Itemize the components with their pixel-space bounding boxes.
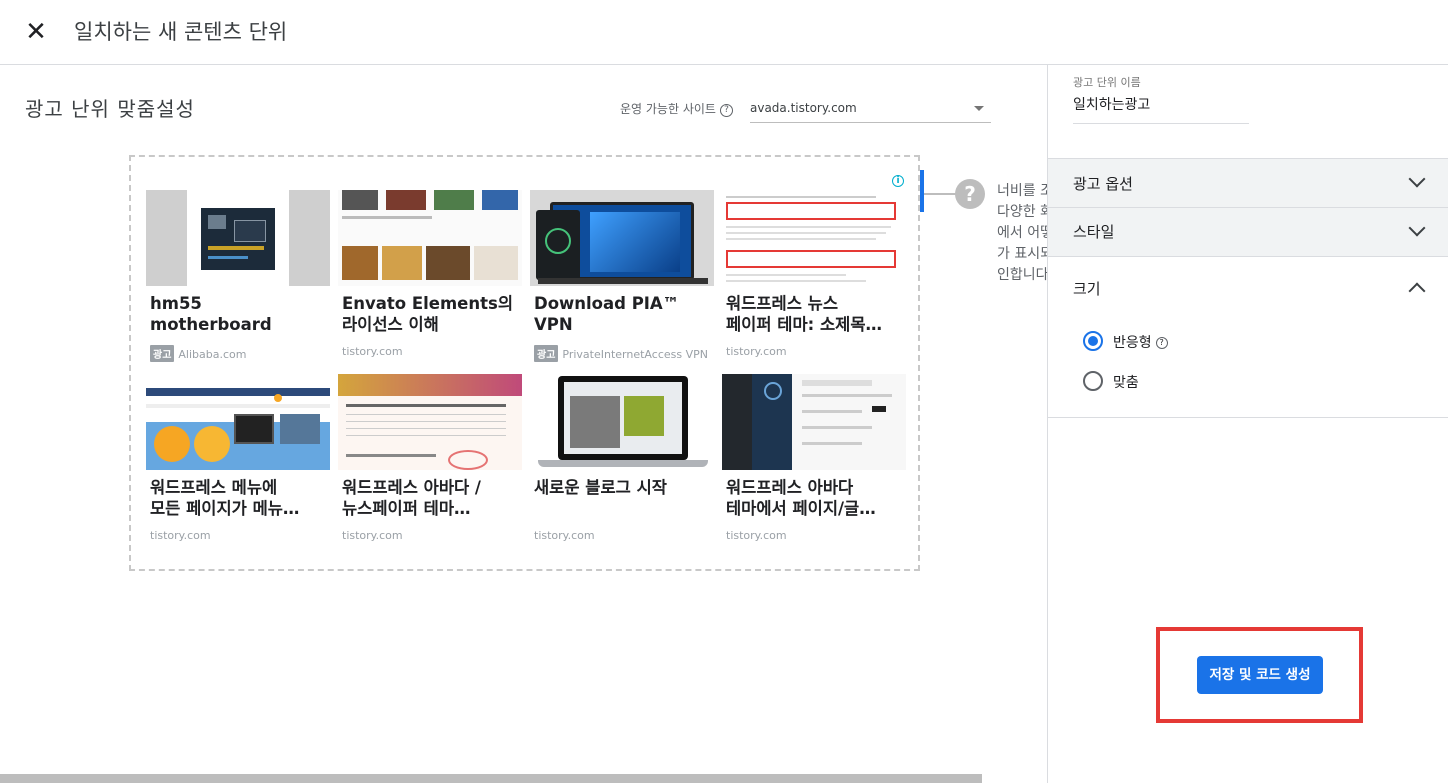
- ad-card[interactable]: 워드프레스 아바다 테마에서 페이지/글… tistory.com: [722, 374, 906, 549]
- accordion-label[interactable]: 크기: [1073, 278, 1101, 299]
- radio-button[interactable]: [1083, 371, 1103, 391]
- card-source: tistory.com: [534, 529, 595, 542]
- radio-label: 맞춤: [1113, 375, 1139, 391]
- card-thumbnail: [338, 374, 522, 470]
- accordion-style[interactable]: 스타일: [1048, 207, 1448, 256]
- radio-label: 반응형?: [1113, 332, 1168, 352]
- chevron-down-icon: [1408, 170, 1426, 188]
- ad-badge: 광고: [534, 345, 559, 362]
- help-text-line: 에서 어떻: [997, 225, 1047, 241]
- dropdown-arrow-icon: [974, 106, 984, 111]
- card-title: 워드프레스 아바다 / 뉴스페이퍼 테마…: [342, 478, 481, 518]
- card-source-text: tistory.com: [342, 529, 403, 542]
- card-source-text: Alibaba.com: [178, 348, 247, 361]
- help-icon[interactable]: ?: [719, 104, 733, 117]
- card-title: Download PIA™ VPN: [534, 294, 680, 334]
- page-title: 일치하는 새 콘텐츠 단위: [74, 20, 288, 44]
- accordion-label: 스타일: [1073, 223, 1115, 241]
- help-text: 너비를 조 다양한 화 에서 어떻 가 표시되 인합니다: [997, 181, 1047, 286]
- card-source: tistory.com: [342, 345, 403, 358]
- ad-card[interactable]: 새로운 블로그 시작 tistory.com: [530, 374, 714, 549]
- ad-card[interactable]: hm55 motherboard 광고 Alibaba.com: [146, 190, 330, 365]
- card-source: 광고 PrivateInternetAccess VPN: [534, 345, 708, 362]
- help-icon[interactable]: ?: [1155, 337, 1168, 349]
- card-source-text: tistory.com: [726, 529, 787, 542]
- site-label-text: 운영 가능한 사이트: [620, 102, 716, 116]
- help-text-line: 너비를 조: [997, 183, 1047, 199]
- card-thumbnail: [146, 374, 330, 470]
- adchoices-icon[interactable]: i: [892, 175, 904, 187]
- help-text-line: 가 표시되: [997, 246, 1047, 262]
- close-icon[interactable]: ✕: [22, 18, 50, 46]
- ad-card[interactable]: Envato Elements의 라이선스 이해 tistory.com: [338, 190, 522, 365]
- accordion-size: 크기 반응형? 맞춤: [1048, 256, 1448, 418]
- help-icon[interactable]: ?: [955, 179, 985, 209]
- ad-card[interactable]: 워드프레스 아바다 / 뉴스페이퍼 테마… tistory.com: [338, 374, 522, 549]
- ad-badge: 광고: [150, 345, 175, 362]
- card-source-text: tistory.com: [150, 529, 211, 542]
- card-title: Envato Elements의 라이선스 이해: [342, 294, 514, 334]
- card-title: hm55 motherboard: [150, 294, 272, 334]
- card-source: tistory.com: [726, 529, 787, 542]
- ad-unit-name-label: 광고 단위 이름: [1073, 76, 1141, 89]
- site-select-value: avada.tistory.com: [750, 101, 857, 115]
- accordion-label: 광고 옵션: [1073, 175, 1133, 193]
- card-thumbnail: [146, 190, 330, 286]
- section-title: 광고 난위 맞줌설성: [25, 97, 195, 121]
- preview-area: 광고 난위 맞줌설성 운영 가능한 사이트? avada.tistory.com…: [0, 65, 1047, 783]
- ad-card[interactable]: Download PIA™ VPN 광고 PrivateInternetAcces…: [530, 190, 714, 365]
- horizontal-scrollbar[interactable]: [0, 774, 982, 783]
- card-source-text: tistory.com: [342, 345, 403, 358]
- radio-button[interactable]: [1083, 331, 1103, 351]
- top-bar: ✕ 일치하는 새 콘텐츠 단위: [0, 0, 1448, 65]
- card-source-text: tistory.com: [726, 345, 787, 358]
- help-text-line: 인합니다: [997, 267, 1047, 283]
- chevron-down-icon: [1408, 219, 1426, 237]
- card-source: tistory.com: [150, 529, 211, 542]
- card-source: tistory.com: [726, 345, 787, 358]
- help-text-line: 다양한 화: [997, 204, 1047, 220]
- card-source: tistory.com: [342, 529, 403, 542]
- card-thumbnail: [530, 190, 714, 286]
- ad-preview: i hm55 motherboard 광고 Alibaba.com Envato…: [129, 155, 920, 571]
- card-thumbnail: [722, 190, 906, 286]
- card-title: 워드프레스 메뉴에 모든 페이지가 메뉴…: [150, 478, 300, 518]
- card-source: 광고 Alibaba.com: [150, 345, 246, 362]
- card-source-text: PrivateInternetAccess VPN: [562, 348, 708, 361]
- site-select[interactable]: avada.tistory.com: [750, 95, 991, 123]
- card-thumbnail: [338, 190, 522, 286]
- card-title: 워드프레스 아바다 테마에서 페이지/글…: [726, 478, 876, 518]
- chevron-up-icon[interactable]: [1408, 282, 1426, 300]
- card-title: 워드프레스 뉴스 페이퍼 테마: 소제목…: [726, 294, 883, 334]
- ad-unit-name-input[interactable]: 일치하는광고: [1073, 94, 1249, 124]
- card-source-text: tistory.com: [534, 529, 595, 542]
- site-label: 운영 가능한 사이트?: [620, 100, 733, 117]
- radio-label-text: 반응형: [1113, 335, 1152, 351]
- card-title: 새로운 블로그 시작: [534, 478, 667, 497]
- ad-card[interactable]: 워드프레스 뉴스 페이퍼 테마: 소제목… tistory.com: [722, 190, 906, 365]
- save-and-generate-code-button[interactable]: 저장 및 코드 생성: [1197, 656, 1323, 694]
- card-thumbnail: [530, 374, 714, 470]
- help-connector: [924, 193, 956, 195]
- ad-card[interactable]: 워드프레스 메뉴에 모든 페이지가 메뉴… tistory.com: [146, 374, 330, 549]
- card-thumbnail: [722, 374, 906, 470]
- accordion-ad-options[interactable]: 광고 옵션: [1048, 158, 1448, 207]
- resize-handle[interactable]: [920, 170, 924, 212]
